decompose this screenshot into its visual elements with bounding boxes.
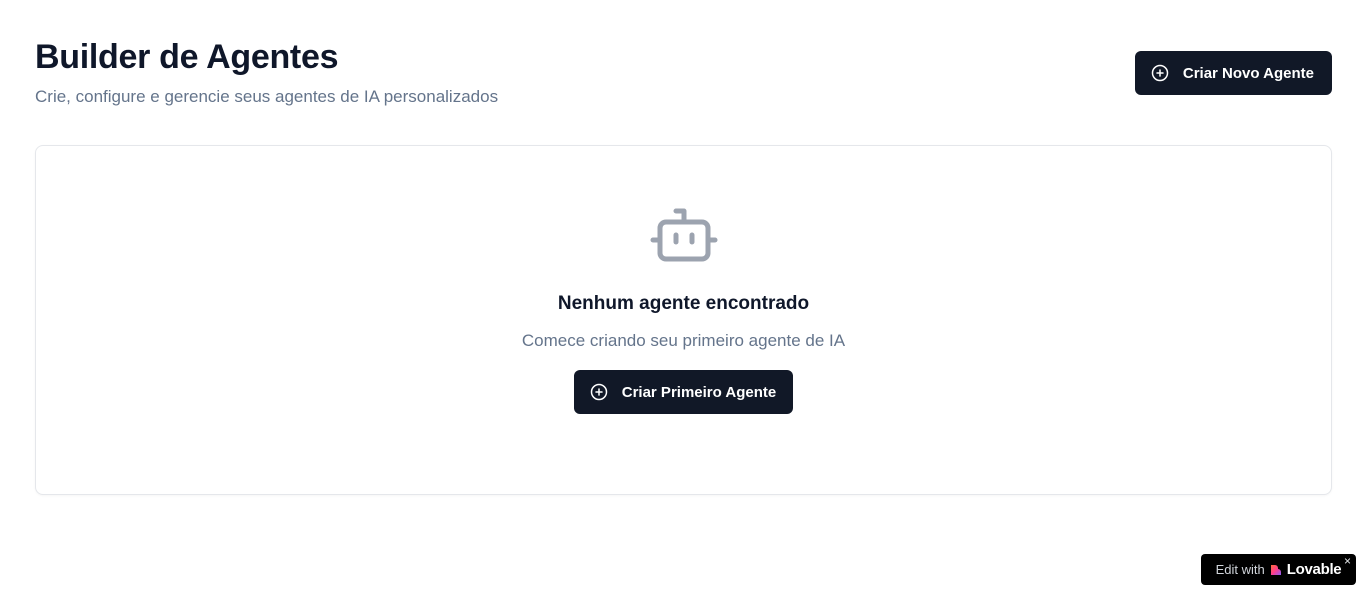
- badge-prefix: Edit with: [1215, 562, 1265, 577]
- page-title: Builder de Agentes: [35, 38, 339, 76]
- empty-state-description: Comece criando seu primeiro agente de IA: [521, 331, 846, 350]
- page-header: Builder de Agentes Crie, configure e ger…: [35, 38, 1332, 108]
- edit-with-lovable-badge[interactable]: Edit with Lovable ×: [1201, 554, 1356, 585]
- create-new-agent-label: Criar Novo Agente: [1182, 64, 1314, 82]
- create-first-agent-label: Criar Primeiro Agente: [621, 383, 777, 401]
- plus-circle-icon: [590, 383, 608, 401]
- empty-state-card: Nenhum agente encontrado Comece criando …: [35, 145, 1332, 495]
- create-new-agent-button[interactable]: Criar Novo Agente: [1134, 51, 1332, 95]
- empty-state-title: Nenhum agente encontrado: [557, 293, 810, 314]
- page: Builder de Agentes Crie, configure e ger…: [0, 0, 1367, 596]
- robot-icon: [650, 206, 718, 266]
- close-icon[interactable]: ×: [1344, 555, 1351, 567]
- plus-circle-icon: [1151, 64, 1169, 82]
- page-subtitle: Crie, configure e gerencie seus agentes …: [35, 87, 499, 106]
- badge-brand: Lovable: [1286, 561, 1342, 578]
- create-first-agent-button[interactable]: Criar Primeiro Agente: [573, 370, 794, 414]
- empty-state: Nenhum agente encontrado Comece criando …: [36, 206, 1331, 414]
- lovable-logo-icon: [1270, 564, 1282, 576]
- header-text: Builder de Agentes Crie, configure e ger…: [35, 38, 498, 108]
